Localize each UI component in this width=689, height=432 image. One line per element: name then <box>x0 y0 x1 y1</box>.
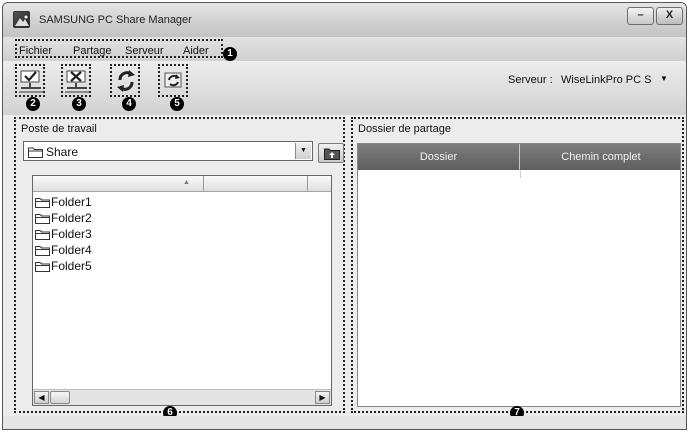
menu-bar: Fichier Partage Serveur Aider <box>3 37 686 61</box>
folder-up-icon <box>324 148 340 160</box>
folder-icon <box>35 246 50 256</box>
local-computer-panel: Poste de travail Share ▼ ▲ Folder1 Folde… <box>14 117 345 413</box>
column-divider <box>520 170 521 178</box>
list-column-name[interactable] <box>33 176 204 192</box>
menu-serveur[interactable]: Serveur <box>125 45 164 57</box>
scroll-left-icon[interactable]: ◀ <box>34 391 49 404</box>
close-button[interactable]: X <box>656 7 683 25</box>
path-combobox[interactable]: Share ▼ <box>23 141 313 161</box>
app-window: SAMSUNG PC Share Manager – X Fichier Par… <box>2 2 687 430</box>
menu-partage[interactable]: Partage <box>73 45 112 57</box>
callout-1: 1 <box>223 47 237 61</box>
up-folder-button[interactable] <box>318 143 344 163</box>
unshare-folder-x-icon <box>65 70 89 93</box>
toolbar: Serveur : WiseLinkPro PC Se ▼ <box>3 61 686 115</box>
folder-icon <box>28 147 43 158</box>
list-column-2[interactable] <box>204 176 308 192</box>
folder-name: Folder3 <box>51 227 92 241</box>
callout-2: 2 <box>26 97 40 111</box>
share-folder-check-icon <box>19 70 43 93</box>
path-value: Share <box>46 145 79 159</box>
window-title: SAMSUNG PC Share Manager <box>39 14 192 26</box>
title-bar: SAMSUNG PC Share Manager – X <box>3 3 686 37</box>
list-header: ▲ <box>33 176 331 192</box>
shared-folders-panel: Dossier de partage Dossier Chemin comple… <box>351 117 684 413</box>
horizontal-scrollbar[interactable]: ◀ ▶ <box>33 389 331 405</box>
server-select[interactable]: WiseLinkPro PC Se <box>561 74 651 86</box>
chevron-down-icon[interactable]: ▼ <box>660 74 668 83</box>
folder-name: Folder4 <box>51 243 92 257</box>
folder-list[interactable]: ▲ Folder1 Folder2 Folder3 Folder4 Folder… <box>32 175 332 406</box>
folder-icon <box>35 262 50 272</box>
panel-title-shared: Dossier de partage <box>358 123 451 135</box>
panel-title-local: Poste de travail <box>21 123 97 135</box>
sync-server-icon <box>164 72 182 88</box>
sync-button[interactable] <box>158 64 188 97</box>
share-folder-button[interactable] <box>15 64 45 97</box>
list-column-3[interactable] <box>308 176 331 192</box>
column-header-chemin[interactable]: Chemin complet <box>520 144 682 170</box>
folder-icon <box>35 198 50 208</box>
scroll-thumb[interactable] <box>50 391 70 404</box>
menu-fichier[interactable]: Fichier <box>19 45 52 57</box>
folder-name: Folder2 <box>51 211 92 225</box>
menu-aider[interactable]: Aider <box>183 45 209 57</box>
column-header-dossier[interactable]: Dossier <box>358 144 520 170</box>
status-bar <box>3 416 686 429</box>
unshare-folder-button[interactable] <box>61 64 91 97</box>
server-label: Serveur : <box>508 74 553 86</box>
folder-name: Folder1 <box>51 195 92 209</box>
shared-folder-table[interactable]: Dossier Chemin complet <box>357 143 681 407</box>
callout-4: 4 <box>122 97 136 111</box>
folder-icon <box>35 230 50 240</box>
callout-3: 3 <box>72 97 86 111</box>
folder-name: Folder5 <box>51 259 92 273</box>
refresh-icon <box>117 70 135 92</box>
table-header: Dossier Chemin complet <box>358 144 680 170</box>
sort-ascending-icon: ▲ <box>183 179 190 186</box>
minimize-button[interactable]: – <box>627 7 654 25</box>
folder-icon <box>35 214 50 224</box>
scroll-right-icon[interactable]: ▶ <box>315 391 330 404</box>
dropdown-arrow-icon[interactable]: ▼ <box>295 143 311 159</box>
callout-5: 5 <box>170 97 184 111</box>
refresh-button[interactable] <box>110 64 140 97</box>
app-logo-icon <box>13 11 30 28</box>
